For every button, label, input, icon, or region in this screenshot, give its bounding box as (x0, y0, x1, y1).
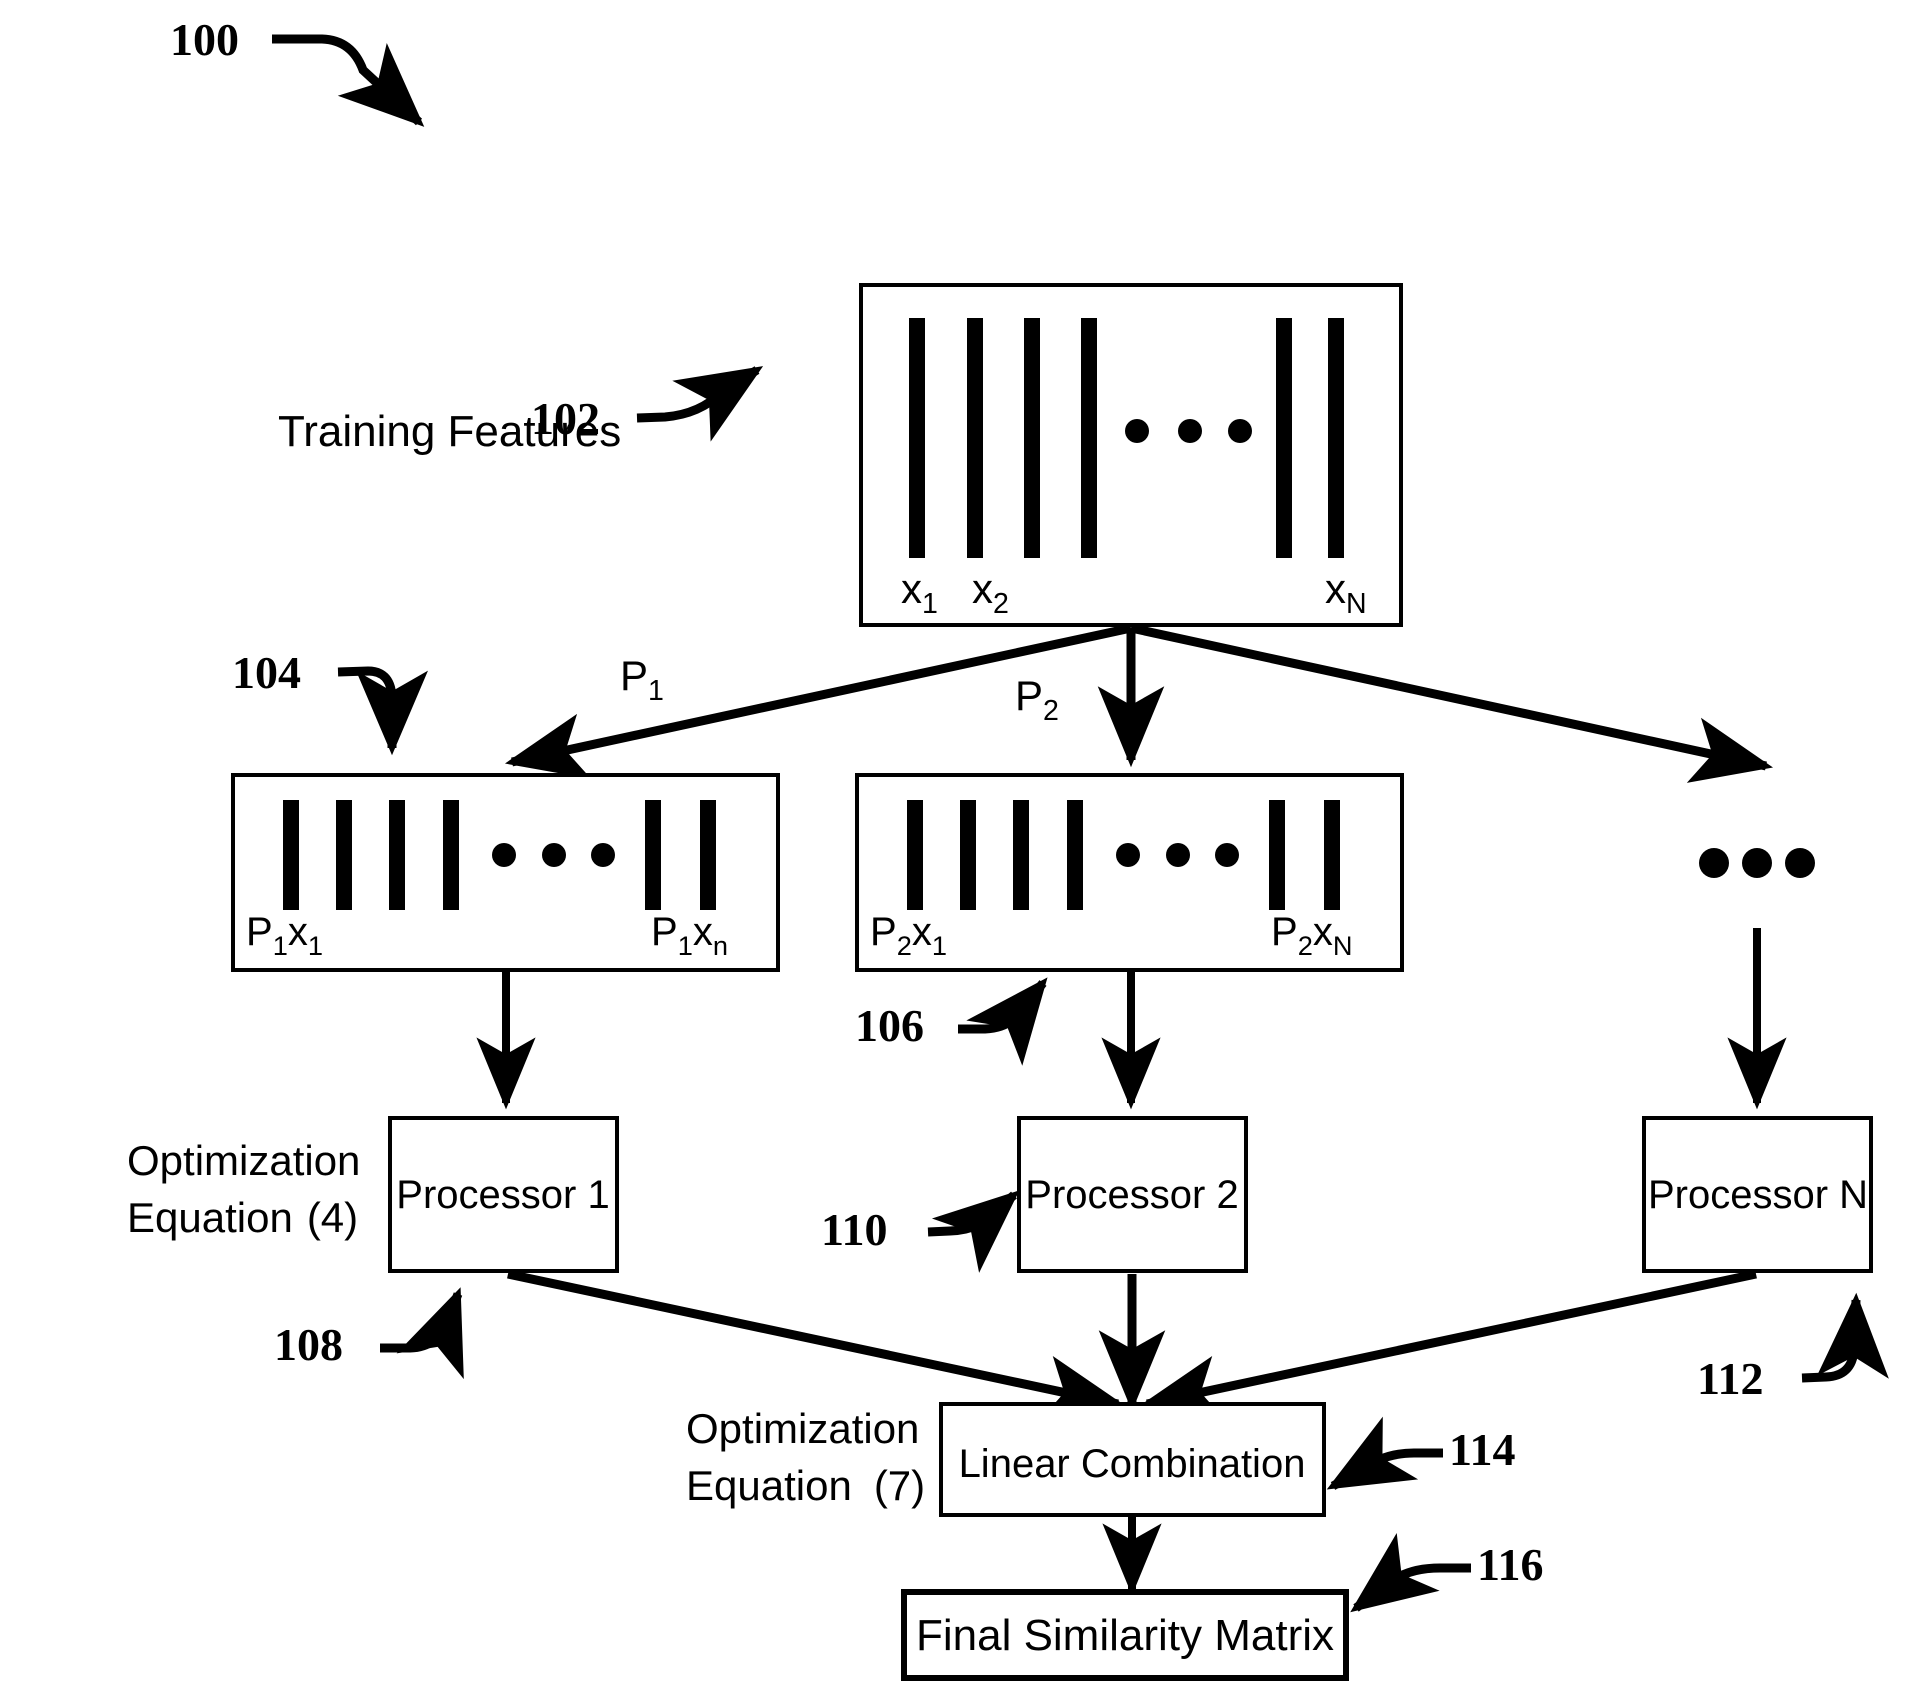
feature-bar (283, 800, 299, 910)
ref-110-label: 110 (821, 1204, 887, 1255)
ref-114-label: 114 (1449, 1424, 1515, 1475)
ref-102-leader (636, 366, 764, 442)
feature-bar (389, 800, 405, 910)
ref-106-leader (958, 977, 1048, 1066)
ref-116-group: 116 (1350, 1532, 1543, 1613)
feature-bar (907, 800, 923, 910)
ellipsis-dot (1116, 843, 1140, 867)
processor-2-box[interactable]: Processor 2 (1017, 1116, 1248, 1273)
ellipsis-dot (542, 843, 566, 867)
linear-combination-box[interactable]: Linear Combination (939, 1402, 1326, 1517)
processor-n-label: Processor N (1648, 1173, 1868, 1217)
ref-112-group: 112 (1697, 1292, 1889, 1404)
opt-eq-7-line2: Equation (7) (686, 1462, 925, 1509)
final-similarity-matrix-label: Final Similarity Matrix (916, 1611, 1334, 1660)
opt-eq-4-line2: Equation (4) (127, 1194, 358, 1241)
feature-bar (1276, 318, 1292, 558)
ref-104-label: 104 (232, 647, 301, 698)
feature-bar (1081, 318, 1097, 558)
ref-114-group: 114 (1326, 1416, 1515, 1490)
processor-1-box[interactable]: Processor 1 (388, 1116, 619, 1273)
feature-bar (1067, 800, 1083, 910)
feature-bar (1024, 318, 1040, 558)
ellipsis-dot (1742, 848, 1772, 878)
feature-bar (1269, 800, 1285, 910)
projected-ellipsis-group (1699, 848, 1815, 878)
feature-bar (967, 318, 983, 558)
ellipsis-dot (1699, 848, 1729, 878)
ref-108-label: 108 (274, 1319, 343, 1370)
ref-116-label: 116 (1477, 1539, 1543, 1590)
ref-106-group: 106 (855, 977, 1048, 1066)
ref-108-group: 108 (274, 1287, 464, 1380)
feature-bar (700, 800, 716, 910)
combiner-input-arrows (507, 1269, 1757, 1422)
ref-112-leader (1801, 1292, 1889, 1383)
feature-bar (1328, 318, 1344, 558)
ellipsis-dot (1166, 843, 1190, 867)
projected-box-106: P2x1 P2xN (855, 773, 1404, 972)
feature-bar (1013, 800, 1029, 910)
ref-104-group: 104 (232, 647, 429, 756)
projection-flow-lines: P1 P2 (504, 623, 1774, 783)
processor-2-label: Processor 2 (1025, 1173, 1238, 1217)
optimization-equation-4-note: Optimization Equation (4) (127, 1137, 360, 1241)
ref-110-leader (927, 1190, 1020, 1273)
edge-label-P1: P1 (620, 652, 664, 707)
feature-bar (1324, 800, 1340, 910)
ellipsis-dot (1215, 843, 1239, 867)
patent-figure-diagram: 100 Training Features 102 x1 x2 xN P1 P2 (0, 0, 1928, 1691)
ref-108-leader (380, 1287, 464, 1380)
optimization-equation-7-note: Optimization Equation (7) (686, 1405, 925, 1509)
ref-102-label: 102 (531, 393, 600, 444)
flow-102-to-N (1130, 623, 1774, 783)
ellipsis-dot (1178, 419, 1202, 443)
ref-114-leader (1326, 1416, 1443, 1490)
flow-processorN-to-combiner (1139, 1269, 1757, 1422)
ref-104-leader (337, 666, 429, 756)
ellipsis-dot (1228, 419, 1252, 443)
figure-ref-100-group: 100 (170, 14, 425, 127)
feature-bar (909, 318, 925, 558)
processor-n-box[interactable]: Processor N (1642, 1116, 1873, 1273)
ref-110-group: 110 (821, 1190, 1020, 1273)
ellipsis-dot (492, 843, 516, 867)
training-features-box-outline (859, 283, 1403, 627)
feature-bar (443, 800, 459, 910)
ref-116-leader (1350, 1532, 1471, 1613)
feature-bar (645, 800, 661, 910)
linear-combination-label: Linear Combination (959, 1442, 1306, 1486)
feature-bar (960, 800, 976, 910)
ref-102-group: 102 (531, 366, 764, 444)
edge-label-P2: P2 (1015, 672, 1059, 727)
ref-106-label: 106 (855, 1000, 924, 1051)
figure-ref-100-leader (272, 34, 425, 127)
figure-ref-100-label: 100 (170, 14, 239, 65)
projected-box-104: P1x1 P1xn (231, 773, 780, 972)
opt-eq-7-line1: Optimization (686, 1405, 919, 1452)
final-similarity-matrix-box[interactable]: Final Similarity Matrix (901, 1589, 1349, 1681)
flow-processor1-to-combiner (507, 1269, 1126, 1422)
feature-bar (336, 800, 352, 910)
training-features-box: x1 x2 xN (859, 283, 1403, 627)
opt-eq-4-line1: Optimization (127, 1137, 360, 1184)
ref-112-label: 112 (1697, 1353, 1763, 1404)
processor-1-label: Processor 1 (396, 1173, 609, 1217)
ellipsis-dot (591, 843, 615, 867)
ellipsis-dot (1125, 419, 1149, 443)
ellipsis-dot (1785, 848, 1815, 878)
